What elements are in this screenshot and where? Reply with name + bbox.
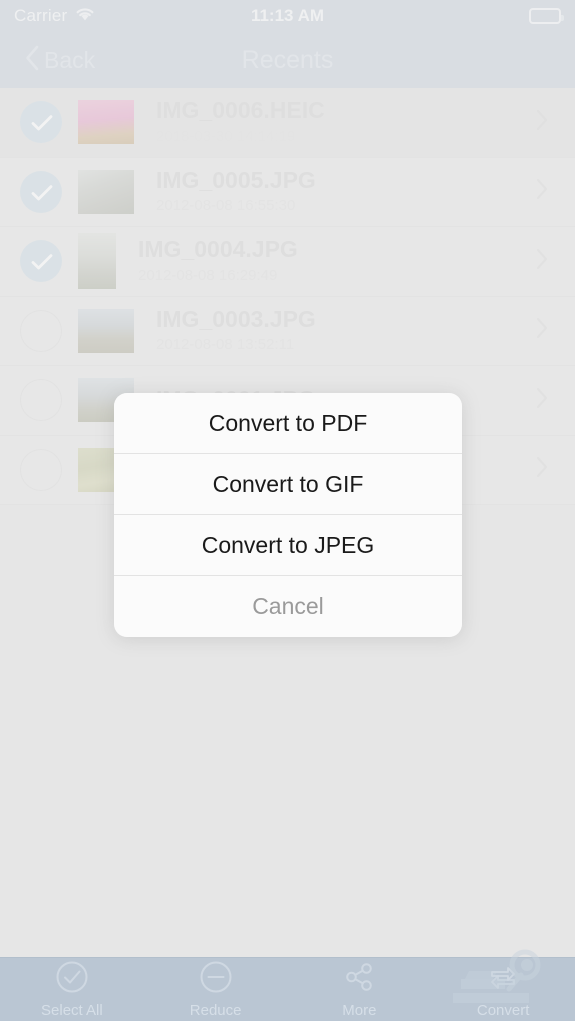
toolbar-button-select-all[interactable]: Select All bbox=[0, 958, 144, 1021]
convert-icon bbox=[486, 960, 520, 999]
action-sheet-item-convert-to-gif[interactable]: Convert to GIF bbox=[114, 454, 462, 515]
toolbar-button-reduce[interactable]: Reduce bbox=[144, 958, 288, 1021]
share-icon bbox=[342, 960, 376, 999]
toolbar-button-label: Reduce bbox=[189, 1002, 242, 1019]
app-screen: Carrier 11:13 AM Back bbox=[0, 0, 575, 1021]
minus-circle-icon bbox=[199, 960, 233, 999]
convert-action-sheet: Convert to PDF Convert to GIF Convert to J… bbox=[114, 393, 462, 637]
action-sheet-item-convert-to-pdf[interactable]: Convert to PDF bbox=[114, 393, 462, 454]
action-sheet-item-convert-to-jpeg[interactable]: Convert to JPEG bbox=[114, 515, 462, 576]
toolbar-button-convert[interactable]: Convert bbox=[431, 958, 575, 1021]
toolbar-button-label: More bbox=[342, 1002, 377, 1019]
toolbar-button-label: Convert bbox=[476, 1002, 530, 1019]
toolbar-button-label: Select All bbox=[41, 1002, 103, 1019]
action-sheet-item-cancel[interactable]: Cancel bbox=[114, 576, 462, 637]
check-circle-icon bbox=[55, 960, 89, 999]
bottom-toolbar: Select All Reduce More Convert bbox=[0, 957, 575, 1021]
toolbar-button-more[interactable]: More bbox=[288, 958, 432, 1021]
